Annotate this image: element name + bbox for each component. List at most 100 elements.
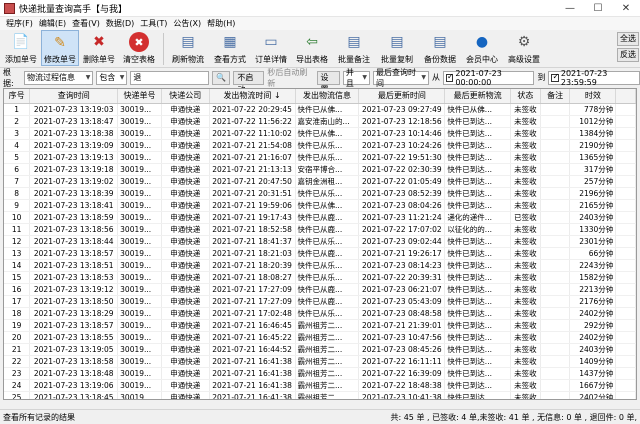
table-cell: 2021-07-23 13:18:53: [29, 271, 119, 284]
table-cell: 2021-07-21 18:52:58: [209, 223, 296, 236]
table-cell: 2196分钟: [569, 187, 617, 200]
table-row[interactable]: 13 2021-07-23 13:18:57 30019... 申通快递 2021-07…: [4, 247, 636, 260]
backup-icon: ▤: [433, 34, 447, 50]
column-header[interactable]: 序号: [4, 89, 31, 104]
table-cell: 申通快递: [161, 235, 210, 248]
menu-item[interactable]: 公告(X): [170, 18, 204, 29]
table-row[interactable]: 19 2021-07-23 13:18:57 30019... 申通快递 2021-07…: [4, 319, 636, 332]
view-mode-button[interactable]: ▦ 查看方式: [210, 30, 250, 66]
order-detail-button[interactable]: ▭ 订单详情: [251, 30, 291, 66]
table-cell: 2021-07-21 20:47:50: [209, 175, 296, 188]
search-button[interactable]: 🔍: [212, 70, 231, 85]
filter-field-select[interactable]: 物流过程信息 ▼: [23, 70, 94, 85]
minimize-button[interactable]: —: [556, 0, 584, 17]
table-row[interactable]: 12 2021-07-23 13:18:44 30019... 申通快递 2021-07…: [4, 235, 636, 248]
table-row[interactable]: 15 2021-07-23 13:18:53 30019... 申通快递 2021-07…: [4, 271, 636, 284]
table-cell: 申通快递: [161, 343, 210, 356]
column-header[interactable]: 发出物流信息: [295, 89, 360, 104]
table-cell-filler: [615, 151, 636, 164]
export-table-button[interactable]: ⇦ 导出表格: [292, 30, 332, 66]
table-cell-filler: [615, 271, 636, 284]
auto-refresh-button[interactable]: 不启动: [233, 70, 265, 94]
table-cell: 30019...: [117, 223, 162, 236]
table-cell: 未签收: [510, 199, 541, 212]
settings-button[interactable]: 设置: [316, 70, 340, 94]
table-cell: 未签收: [510, 187, 541, 200]
select-all-button[interactable]: 全选: [617, 32, 639, 46]
table-cell: 申通快递: [161, 379, 210, 392]
column-header[interactable]: 最后更新物流: [444, 89, 511, 104]
delete-number-button[interactable]: ✖ 删除单号: [80, 30, 118, 66]
menu-item[interactable]: 数据(D): [103, 18, 137, 29]
table-row[interactable]: 21 2021-07-23 13:19:05 30019... 申通快递 2021-07…: [4, 343, 636, 356]
results-grid[interactable]: 序号 查询时间 快递单号 快递公司 发出物流时间 ↓ 发出物流信息 最后更新时间 最后更新物流…: [3, 88, 637, 400]
table-cell: 申通快递: [161, 295, 210, 308]
table-row[interactable]: 23 2021-07-23 13:18:48 30019... 申通快递 2021-07…: [4, 367, 636, 380]
table-row[interactable]: 1 2021-07-23 13:19:03 30019... 申通快递 2021-07-…: [4, 103, 636, 116]
column-header[interactable]: 快递单号: [117, 89, 162, 104]
table-row[interactable]: 22 2021-07-23 13:18:58 30019... 申通快递 2021-07…: [4, 355, 636, 368]
column-header[interactable]: 状态: [510, 89, 541, 104]
table-row[interactable]: 14 2021-07-23 13:18:51 30019... 申通快递 2021-07…: [4, 259, 636, 272]
table-cell: 快件已从佛...: [444, 103, 511, 116]
close-button[interactable]: ✕: [612, 0, 640, 17]
column-header[interactable]: [615, 89, 636, 104]
batch-note-button[interactable]: ▤ 批量备注: [333, 30, 375, 66]
column-header[interactable]: 时效: [569, 89, 617, 104]
batch-copy-button[interactable]: ▤ 批量复制: [376, 30, 418, 66]
table-row[interactable]: 4 2021-07-23 13:19:09 30019... 申通快递 2021-07-…: [4, 139, 636, 152]
time-field-select[interactable]: 最后查询时间 ▼: [373, 68, 429, 88]
checkbox-icon[interactable]: [551, 72, 560, 82]
table-row[interactable]: 24 2021-07-23 13:19:06 30019... 申通快递 2021-07…: [4, 379, 636, 392]
maximize-button[interactable]: ☐: [584, 0, 612, 17]
table-cell-filler: [615, 115, 636, 128]
table-row[interactable]: 6 2021-07-23 13:19:18 30019... 申通快递 2021-07-…: [4, 163, 636, 176]
toolbar-button-label: 导出表格: [296, 55, 328, 64]
table-cell-filler: [615, 187, 636, 200]
table-row[interactable]: 16 2021-07-23 13:19:12 30019... 申通快递 2021-07…: [4, 283, 636, 296]
column-header[interactable]: 最后更新时间: [358, 89, 446, 104]
clear-table-button[interactable]: ✖ 清空表格: [119, 30, 159, 66]
add-number-button[interactable]: 📄 添加单号: [2, 30, 40, 66]
table-row[interactable]: 9 2021-07-23 13:18:41 30019... 申通快递 2021-07-…: [4, 199, 636, 212]
menu-item[interactable]: 工具(T): [137, 18, 170, 29]
table-row[interactable]: 10 2021-07-23 13:18:59 30019... 申通快递 2021-07…: [4, 211, 636, 224]
menu-item[interactable]: 编辑(E): [36, 18, 69, 29]
table-row[interactable]: 11 2021-07-23 13:18:56 30019... 申通快递 2021-07…: [4, 223, 636, 236]
toolbar-button-label: 查看方式: [214, 55, 246, 64]
menu-item[interactable]: 查看(V): [69, 18, 103, 29]
invert-selection-button[interactable]: 反选: [617, 48, 639, 62]
menu-item[interactable]: 程序(F): [3, 18, 36, 29]
table-cell: 2021-07-23 13:18:41: [29, 199, 119, 212]
table-row[interactable]: 8 2021-07-23 13:18:39 30019... 申通快递 2021-07-…: [4, 187, 636, 200]
advanced-settings-button[interactable]: ⚙ 高级设置: [503, 30, 545, 66]
column-header[interactable]: 发出物流时间 ↓: [209, 89, 296, 104]
edit-number-button[interactable]: ✎ 修改单号: [41, 30, 79, 66]
backup-data-button[interactable]: ▤ 备份数据: [419, 30, 461, 66]
column-header[interactable]: 查询时间: [29, 89, 119, 104]
logic-select[interactable]: 并且 ▼: [342, 68, 371, 88]
to-datetime[interactable]: 2021-07-23 23:59:59: [548, 69, 640, 87]
table-cell: 快件已到达...: [444, 379, 511, 392]
table-row[interactable]: 2 2021-07-23 13:18:47 30019... 申通快递 2021-07-…: [4, 115, 636, 128]
table-row[interactable]: 20 2021-07-23 13:18:55 30019... 申通快递 2021-07…: [4, 331, 636, 344]
checkbox-icon[interactable]: [445, 72, 454, 82]
table-row[interactable]: 17 2021-07-23 13:18:50 30019... 申通快递 2021-07…: [4, 295, 636, 308]
menu-item[interactable]: 帮助(H): [204, 18, 238, 29]
table-cell: 2021-07-23 13:18:58: [29, 355, 119, 368]
table-cell-filler: [615, 127, 636, 140]
column-header[interactable]: 快递公司: [161, 89, 210, 104]
table-row[interactable]: 7 2021-07-23 13:19:02 30019... 申通快递 2021-07-…: [4, 175, 636, 188]
refresh-logistics-button[interactable]: ▤ 刷新物流: [167, 30, 209, 66]
table-cell: 66分钟: [569, 247, 617, 260]
table-row[interactable]: 3 2021-07-23 13:18:38 30019... 申通快递 2021-07-…: [4, 127, 636, 140]
filter-keyword-input[interactable]: 退: [130, 70, 210, 85]
table-row[interactable]: 18 2021-07-23 13:18:29 30019... 申通快递 2021-07…: [4, 307, 636, 320]
column-header[interactable]: 备注: [540, 89, 571, 104]
filter-match-select[interactable]: 包含 ▼: [96, 70, 128, 85]
table-row[interactable]: 5 2021-07-23 13:19:13 30019... 申通快递 2021-07-…: [4, 151, 636, 164]
member-center-button[interactable]: ● 会员中心: [462, 30, 502, 66]
from-datetime[interactable]: 2021-07-23 00:00:00: [442, 69, 535, 87]
table-cell: 1437分钟: [569, 367, 617, 380]
table-row[interactable]: 25 2021-07-23 13:18:45 30019... 申通快递 2021-07…: [4, 391, 636, 399]
